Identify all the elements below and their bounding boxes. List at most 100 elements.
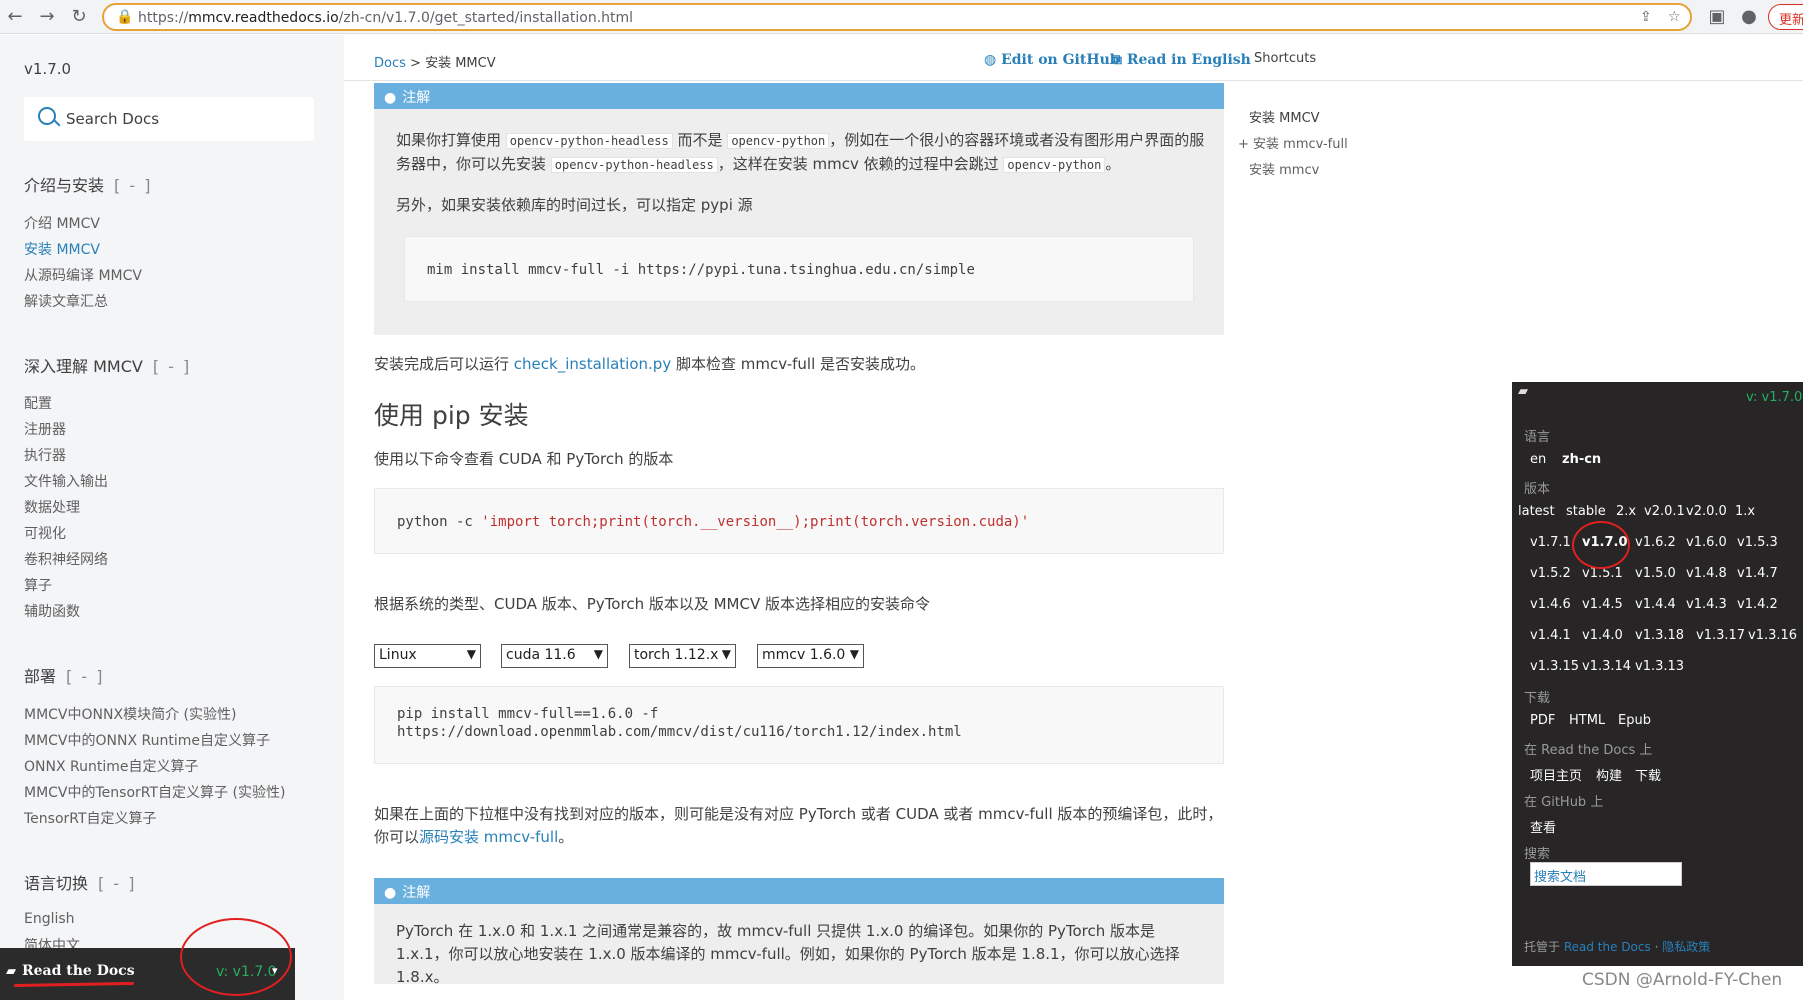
sidebar-item-data-process[interactable]: 数据处理 — [24, 497, 80, 517]
flyout-github-view[interactable]: 查看 — [1530, 817, 1556, 836]
sidebar-item-tensorrt-custom[interactable]: TensorRT自定义算子 — [24, 808, 157, 828]
flyout-version-1-x[interactable]: 1.x — [1735, 504, 1755, 519]
sidebar-item-tensorrt-ops[interactable]: MMCV中的TensorRT自定义算子 (实验性) — [24, 782, 285, 802]
flyout-version-v1-4-4[interactable]: v1.4.4 — [1635, 597, 1676, 612]
share-icon[interactable]: ⇪ — [1640, 9, 1652, 25]
inline-code: opencv-python-headless — [550, 157, 718, 173]
reload-icon[interactable]: ↻ — [68, 6, 90, 28]
flyout-version-v1-3-14[interactable]: v1.3.14 — [1582, 659, 1631, 674]
breadcrumb-docs-link[interactable]: Docs — [374, 56, 406, 71]
check-installation-link[interactable]: check_installation.py — [514, 355, 671, 373]
flyout-search-input[interactable]: 搜索文档 — [1530, 862, 1682, 886]
code-block-version-check[interactable]: python -c 'import torch;print(torch.__ve… — [374, 488, 1224, 554]
search-input[interactable]: Search Docs — [24, 97, 314, 141]
select-cuda[interactable]: cuda 11.6 ▼ — [501, 644, 608, 668]
sidebar-item-runner[interactable]: 执行器 — [24, 445, 66, 465]
flyout-rtd-builds[interactable]: 构建 — [1596, 765, 1622, 784]
flyout-download-pdf[interactable]: PDF — [1530, 713, 1555, 728]
sidebar-item-onnx-intro[interactable]: MMCV中ONNX模块简介 (实验性) — [24, 704, 236, 724]
sidebar-item-install-mmcv[interactable]: 安装 MMCV — [24, 239, 100, 259]
flyout-version-v1-3-16[interactable]: v1.3.16 — [1748, 628, 1797, 643]
sidebar-version[interactable]: v1.7.0 — [24, 60, 71, 78]
flyout-rtd-downloads[interactable]: 下载 — [1635, 765, 1661, 784]
select-os[interactable]: Linux ▼ — [374, 644, 481, 668]
sidebar-item-ops[interactable]: 算子 — [24, 575, 52, 595]
flyout-version-v1-4-5[interactable]: v1.4.5 — [1582, 597, 1623, 612]
footer-rtd-link[interactable]: Read the Docs — [1564, 940, 1651, 954]
toc-item-install-mmcv-full[interactable]: + 安装 mmcv-full — [1238, 133, 1348, 152]
address-bar[interactable]: 🔒 https://mmcv.readthedocs.io/zh-cn/v1.7… — [102, 3, 1692, 31]
flyout-version-2-x[interactable]: 2.x — [1616, 504, 1636, 519]
bookmark-star-icon[interactable]: ☆ — [1668, 9, 1681, 25]
flyout-version-v1-6-2[interactable]: v1.6.2 — [1635, 535, 1676, 550]
sidebar-item-onnx-runtime-custom[interactable]: ONNX Runtime自定义算子 — [24, 756, 198, 776]
select-mmcv[interactable]: mmcv 1.6.0 ▼ — [757, 644, 864, 668]
flyout-version-v1-4-7[interactable]: v1.4.7 — [1737, 566, 1778, 581]
edit-on-github-link[interactable]: ◍ Edit on GitHub — [984, 52, 1120, 68]
flyout-lang-en[interactable]: en — [1530, 452, 1546, 467]
sidebar-item-onnx-runtime-ops[interactable]: MMCV中的ONNX Runtime自定义算子 — [24, 730, 270, 750]
inline-code: opencv-python-headless — [505, 133, 673, 149]
flyout-download-epub[interactable]: Epub — [1618, 713, 1651, 728]
back-icon[interactable]: ← — [4, 6, 26, 28]
sidepanel-icon[interactable]: ▣ — [1706, 6, 1728, 28]
lock-icon[interactable]: 🔒 — [116, 9, 133, 25]
flyout-version-v1-5-0[interactable]: v1.5.0 — [1635, 566, 1676, 581]
sidebar-item-build[interactable]: 从源码编译 MMCV — [24, 265, 142, 285]
sidebar-item-english[interactable]: English — [24, 911, 75, 927]
flyout-lang-zh-cn[interactable]: zh-cn — [1562, 452, 1601, 467]
update-button[interactable]: 更新 — [1768, 4, 1803, 30]
section-toggle[interactable]: [ - ] — [153, 357, 191, 376]
flyout-rtd-project[interactable]: 项目主页 — [1530, 765, 1582, 784]
sidebar-item-intro-mmcv[interactable]: 介绍 MMCV — [24, 213, 100, 233]
book-icon: ▰ — [6, 964, 16, 979]
toc-item-install-mmcv-lite[interactable]: 安装 mmcv — [1249, 159, 1319, 178]
flyout-version-v1-4-0[interactable]: v1.4.0 — [1582, 628, 1623, 643]
flyout-version-v1-6-0[interactable]: v1.6.0 — [1686, 535, 1727, 550]
sidebar-item-cnn[interactable]: 卷积神经网络 — [24, 549, 108, 569]
flyout-version-v1-3-15[interactable]: v1.3.15 — [1530, 659, 1579, 674]
profile-avatar-icon[interactable]: ● — [1738, 6, 1760, 28]
breadcrumb: Docs > 安装 MMCV — [374, 52, 496, 71]
note-header: ● 注解 — [374, 878, 1224, 904]
sidebar-item-articles[interactable]: 解读文章汇总 — [24, 291, 108, 311]
flyout-version-v1-7-1[interactable]: v1.7.1 — [1530, 535, 1571, 550]
flyout-version-v1-3-17[interactable]: v1.3.17 — [1696, 628, 1745, 643]
code-text: python -c — [397, 514, 482, 530]
section-toggle[interactable]: [ - ] — [66, 667, 104, 686]
flyout-version-v1-4-6[interactable]: v1.4.6 — [1530, 597, 1571, 612]
flyout-version-v1-4-8[interactable]: v1.4.8 — [1686, 566, 1727, 581]
sidebar-item-registry[interactable]: 注册器 — [24, 419, 66, 439]
flyout-github-title: 在 GitHub 上 — [1524, 795, 1604, 810]
section-toggle[interactable]: [ - ] — [98, 874, 136, 893]
flyout-version-v1-3-13[interactable]: v1.3.13 — [1635, 659, 1684, 674]
flyout-version-latest[interactable]: latest — [1518, 504, 1555, 519]
sidebar-item-utils[interactable]: 辅助函数 — [24, 601, 80, 621]
flyout-version-v1-4-2[interactable]: v1.4.2 — [1737, 597, 1778, 612]
flyout-header[interactable]: ▰ v: v1.7.0 — [1512, 382, 1803, 412]
flyout-version-v1-5-2[interactable]: v1.5.2 — [1530, 566, 1571, 581]
header-divider — [344, 80, 1803, 81]
code-block-mim[interactable]: mim install mmcv-full -i https://pypi.tu… — [404, 236, 1194, 302]
flyout-version-stable[interactable]: stable — [1566, 504, 1606, 519]
code-string: 'import torch;print(torch.__version__);p… — [481, 514, 1030, 530]
flyout-version-v2-0-0[interactable]: v2.0.0 — [1686, 504, 1727, 519]
flyout-download-html[interactable]: HTML — [1569, 713, 1605, 728]
flyout-version-v1-4-1[interactable]: v1.4.1 — [1530, 628, 1571, 643]
read-in-english-link[interactable]: ⧉ Read in English — [1112, 52, 1251, 68]
flyout-version-v1-3-18[interactable]: v1.3.18 — [1635, 628, 1684, 643]
toc-item-install-mmcv[interactable]: 安装 MMCV — [1249, 107, 1320, 126]
forward-icon[interactable]: → — [36, 6, 58, 28]
flyout-version-v1-4-3[interactable]: v1.4.3 — [1686, 597, 1727, 612]
flyout-version-v2-0-1[interactable]: v2.0.1 — [1644, 504, 1685, 519]
code-version-check: python -c 'import torch;print(torch.__ve… — [397, 513, 1029, 531]
sidebar-item-config[interactable]: 配置 — [24, 393, 52, 413]
select-torch[interactable]: torch 1.12.x ▼ — [629, 644, 736, 668]
footer-privacy-link[interactable]: 隐私政策 — [1662, 940, 1710, 954]
source-install-link[interactable]: 源码安装 mmcv-full — [419, 828, 558, 846]
sidebar-item-visualization[interactable]: 可视化 — [24, 523, 66, 543]
flyout-version-v1-5-3[interactable]: v1.5.3 — [1737, 535, 1778, 550]
code-block-pip-install[interactable]: pip install mmcv-full==1.6.0 -f https://… — [374, 686, 1224, 764]
sidebar-item-fileio[interactable]: 文件输入输出 — [24, 471, 108, 491]
section-toggle[interactable]: [ - ] — [114, 176, 152, 195]
